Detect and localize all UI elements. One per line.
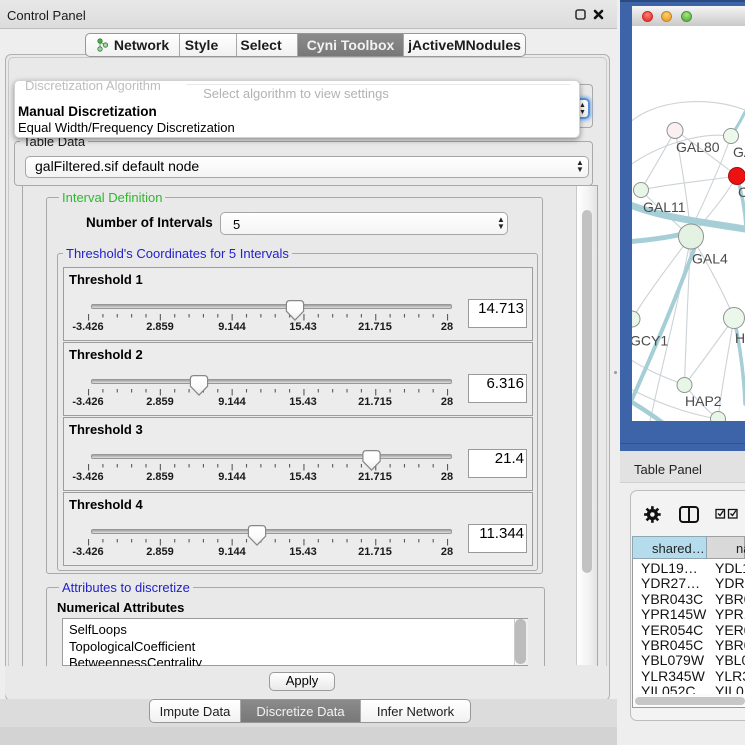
- svg-text:GAL80: GAL80: [676, 139, 720, 155]
- svg-text:GAL11: GAL11: [643, 199, 686, 215]
- svg-text:HAP2: HAP2: [685, 393, 722, 409]
- svg-text:GCY1: GCY1: [632, 333, 668, 349]
- svg-text:GAL4: GAL4: [692, 251, 728, 267]
- svg-text:GA: GA: [733, 144, 745, 160]
- svg-text:CY: CY: [738, 184, 745, 200]
- svg-text:H: H: [735, 330, 745, 346]
